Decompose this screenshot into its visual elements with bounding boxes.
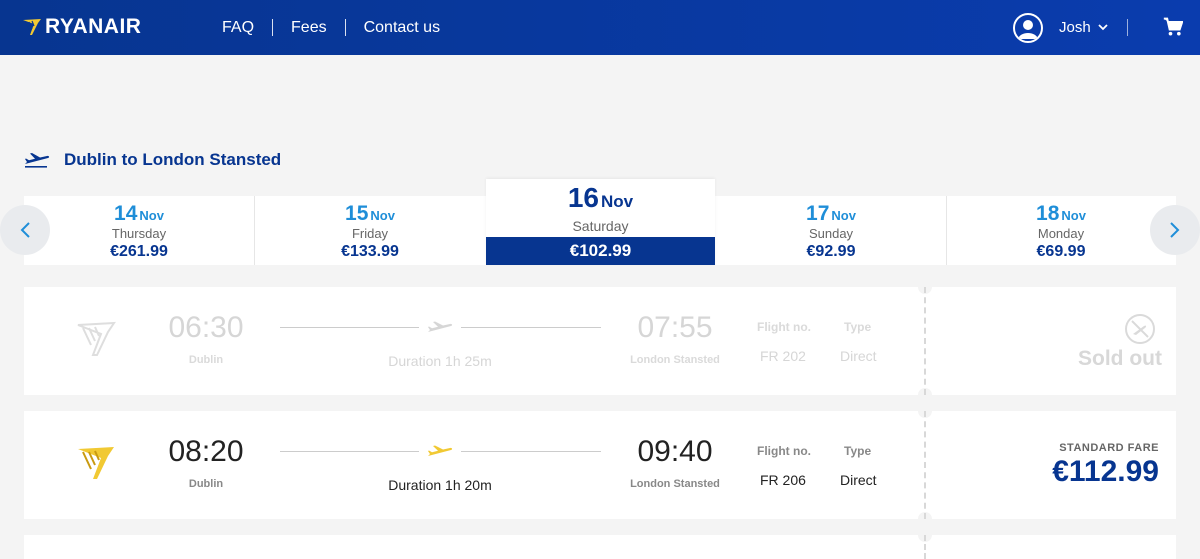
date-price: €102.99 (486, 237, 715, 265)
fare-price[interactable]: €112.99 (1052, 455, 1159, 489)
cart-icon[interactable] (1163, 17, 1184, 42)
main-nav: FAQ Fees Contact us (222, 0, 440, 55)
flight-number-label: Flight no. (757, 444, 811, 458)
harp-logo-icon (77, 321, 116, 356)
nav-faq[interactable]: FAQ (222, 19, 254, 37)
flight-type: Direct (840, 348, 877, 364)
date-month: Nov (139, 208, 164, 223)
user-avatar-icon (1013, 12, 1043, 43)
arrival-airport: London Stansted (630, 354, 720, 366)
sold-out-label: Sold out (1078, 347, 1162, 370)
header-separator (1127, 19, 1128, 36)
date-weekday: Monday (1037, 226, 1085, 241)
ryanair-logo[interactable]: RYANAIR (22, 14, 141, 40)
date-day: 18 (1036, 202, 1060, 225)
chevron-left-icon (20, 222, 30, 238)
route-line (280, 451, 419, 452)
date-price: €261.99 (110, 243, 168, 260)
date-day: 16 (567, 182, 600, 213)
route-title: Dublin to London Stansted (64, 150, 282, 169)
date-weekday: Saturday (572, 218, 629, 234)
date-weekday: Friday (351, 226, 389, 241)
route-line (280, 327, 419, 328)
arrival-time: 07:55 (637, 311, 713, 344)
date-price: €133.99 (341, 243, 399, 260)
date-option-16-nov-selected[interactable]: 16 Nov Saturday €102.99 (486, 179, 715, 265)
flight-number: FR 202 (760, 348, 806, 364)
date-day: 14 (114, 202, 138, 225)
flight-card-sold-out: 06:30 Dublin Duration 1h 25m 07:55 Londo… (24, 280, 1176, 402)
date-option-14-nov[interactable]: 14 Nov Thursday €261.99 (24, 196, 254, 265)
flight-card[interactable] (24, 528, 1176, 559)
departure-airport: Dublin (188, 478, 224, 490)
sold-out-icon (1125, 314, 1155, 344)
nav-separator (344, 19, 346, 36)
date-option-17-nov[interactable]: 17 Nov Sunday €92.99 (716, 196, 946, 265)
ticket-divider (924, 411, 926, 519)
departure-airport: Dublin (188, 354, 224, 366)
fare-type-label: STANDARD FARE (1059, 442, 1159, 454)
date-weekday: Sunday (808, 226, 854, 241)
flight-type-label: Type (844, 320, 872, 334)
route-line (461, 451, 601, 452)
arrival-airport: London Stansted (630, 478, 720, 490)
route-heading: Dublin to London Stansted (24, 150, 281, 170)
date-day: 17 (806, 202, 830, 225)
user-name: Josh (1059, 19, 1091, 36)
date-day: 15 (345, 202, 369, 225)
ticket-divider (924, 535, 926, 559)
route-line (461, 327, 601, 328)
ticket-divider (924, 287, 926, 395)
next-dates-button[interactable] (1150, 205, 1200, 255)
date-month: Nov (831, 208, 856, 223)
nav-fees[interactable]: Fees (291, 19, 327, 37)
flight-duration: Duration 1h 20m (388, 477, 492, 493)
previous-dates-button[interactable] (0, 205, 50, 255)
flight-duration: Duration 1h 25m (388, 353, 492, 369)
date-option-18-nov[interactable]: 18 Nov Monday €69.99 (946, 196, 1176, 265)
flight-type-label: Type (844, 444, 872, 458)
top-navigation-bar: RYANAIR FAQ Fees Contact us Josh (0, 0, 1200, 55)
flight-card[interactable]: 08:20 Dublin Duration 1h 20m 09:40 Londo… (24, 404, 1176, 526)
plane-icon (428, 321, 453, 332)
nav-contact-us[interactable]: Contact us (364, 19, 440, 37)
date-option-15-nov[interactable]: 15 Nov Friday €133.99 (255, 196, 485, 265)
date-month: Nov (601, 192, 634, 211)
date-month: Nov (370, 208, 395, 223)
harp-logo-icon (23, 19, 41, 35)
arrival-time: 09:40 (637, 435, 713, 468)
date-month: Nov (1061, 208, 1086, 223)
flight-number-label: Flight no. (757, 320, 811, 334)
plane-icon (428, 445, 453, 456)
departure-time: 06:30 (168, 311, 244, 344)
date-price: €69.99 (1036, 243, 1086, 260)
user-menu[interactable]: Josh (1013, 12, 1108, 43)
flight-number: FR 206 (760, 472, 806, 488)
chevron-right-icon (1170, 222, 1180, 238)
chevron-down-icon (1098, 24, 1108, 31)
logo-text: RYANAIR (45, 15, 142, 38)
date-weekday: Thursday (111, 226, 167, 241)
departure-time: 08:20 (168, 435, 244, 468)
flight-type: Direct (840, 472, 877, 488)
date-price: €92.99 (806, 243, 856, 260)
harp-logo-icon (78, 447, 114, 479)
nav-separator (272, 19, 274, 36)
plane-icon (25, 153, 50, 168)
